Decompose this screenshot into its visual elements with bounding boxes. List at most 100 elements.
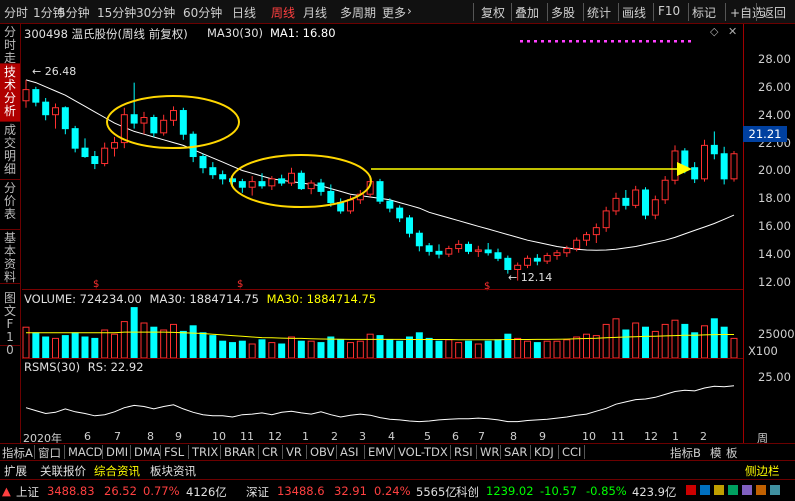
info-tab-1[interactable]: 关联报价 — [40, 463, 86, 479]
price-tick: 12.00 — [758, 275, 791, 290]
month-tick: 10 — [212, 430, 226, 443]
indicator-tab-10[interactable]: OBV — [310, 445, 334, 459]
indicator-tab-14[interactable]: RSI — [454, 445, 473, 459]
volume-ma30-b: MA30: 1884714.75 — [266, 292, 377, 306]
indicator-tab-7[interactable]: BRAR — [224, 445, 255, 459]
sidebar-toggle[interactable]: 侧边栏 — [745, 463, 780, 479]
left-tab-1[interactable]: 技术分析 — [0, 64, 20, 122]
news-icon[interactable] — [714, 485, 724, 495]
candle-body — [573, 239, 581, 250]
sz-name[interactable]: 深证 — [246, 484, 269, 500]
toolbar-button-8[interactable]: 返回 — [762, 4, 786, 21]
candle-body — [258, 181, 266, 187]
left-tab-0[interactable]: 分时走势 — [0, 24, 20, 78]
indicator-tab-12[interactable]: EMV — [368, 445, 393, 459]
period-tab-3[interactable]: 15分钟 — [97, 4, 136, 21]
period-tab-2[interactable]: 5分钟 — [58, 4, 90, 21]
tab-separator — [130, 445, 131, 459]
volume-bar — [179, 330, 187, 359]
volume-ma30: MA30: 1884714.75 — [149, 292, 259, 306]
toolbar-button-4[interactable]: 画线 — [622, 4, 646, 21]
toolbar-button-6[interactable]: 标记 — [692, 4, 716, 21]
alert-icon[interactable] — [686, 485, 696, 495]
period-tab-10[interactable]: 更多 — [382, 4, 406, 21]
sh-name[interactable]: 上证 — [16, 484, 39, 500]
left-tab-2[interactable]: 成交明细 — [0, 122, 20, 180]
window-icon[interactable] — [770, 485, 780, 495]
toolbar-button-3[interactable]: 统计 — [587, 4, 611, 21]
tab-separator — [64, 445, 65, 459]
volume-unit: X100 — [748, 344, 778, 358]
toolbar-separator — [688, 3, 689, 21]
volume-bar — [671, 319, 679, 359]
indicator-tab-b[interactable]: 指标B — [670, 445, 701, 461]
candle-body — [199, 156, 207, 169]
status-icons — [686, 485, 786, 497]
volume-bar — [307, 340, 315, 359]
indicator-tab-0[interactable]: 指标A — [2, 445, 33, 461]
small-tab-f10[interactable]: 图文F10 — [0, 290, 20, 357]
info-tab-3[interactable]: 板块资讯 — [150, 463, 196, 479]
volume-bar — [583, 333, 590, 359]
period-tab-8[interactable]: 月线 — [303, 4, 327, 21]
more-arrow-icon[interactable]: › — [407, 4, 412, 18]
volume-bar — [691, 332, 699, 359]
toolbar-button-2[interactable]: 多股 — [551, 4, 575, 21]
board-tab[interactable]: 板 — [726, 445, 738, 461]
period-tab-0[interactable]: 分时 — [4, 4, 28, 21]
toolbar-button-1[interactable]: 叠加 — [515, 4, 539, 21]
indicator-tab-16[interactable]: SAR — [504, 445, 527, 459]
candle-body — [317, 182, 325, 192]
indicator-tab-17[interactable]: KDJ — [534, 445, 554, 459]
volume-bar — [189, 325, 197, 359]
volume-bar — [42, 336, 50, 359]
candle-body — [651, 199, 659, 216]
indicator-tab-11[interactable]: ASI — [340, 445, 359, 459]
indicator-tab-5[interactable]: FSL — [164, 445, 184, 459]
indicator-tab-6[interactable]: TRIX — [192, 445, 218, 459]
candle-body — [71, 128, 79, 149]
chart-area[interactable]: ← 26.48 ← 12.14 $ $ $ VOLUME: 724234.00 MA30… — [22, 40, 743, 430]
chart-icon[interactable] — [700, 485, 710, 495]
settings-icon[interactable] — [756, 485, 766, 495]
tab-separator — [450, 445, 451, 459]
indicator-tab-2[interactable]: MACD — [68, 445, 102, 459]
info-tab-2[interactable]: 综合资讯 — [94, 463, 140, 479]
template-tab[interactable]: 模 — [710, 445, 722, 461]
toolbar-button-0[interactable]: 复权 — [481, 4, 505, 21]
indicator-tab-4[interactable]: DMA — [134, 445, 161, 459]
period-tab-9[interactable]: 多周期 — [340, 4, 376, 21]
candle-body — [474, 249, 482, 252]
period-tab-7[interactable]: 周线 — [271, 4, 295, 21]
indicator-tab-13[interactable]: VOL-TDX — [398, 445, 448, 459]
indicator-tab-15[interactable]: WR — [480, 445, 499, 459]
toolbar-button-5[interactable]: F10 — [658, 4, 680, 18]
sz-change: 32.91 — [334, 484, 367, 498]
indicator-tab-18[interactable]: CCI — [562, 445, 581, 459]
message-icon[interactable] — [728, 485, 738, 495]
indicator-tab-9[interactable]: VR — [286, 445, 302, 459]
period-tab-4[interactable]: 30分钟 — [136, 4, 175, 21]
period-tab-6[interactable]: 日线 — [232, 4, 256, 21]
left-tab-4[interactable]: 基本资料 — [0, 230, 20, 284]
indicator-tab-1[interactable]: 窗口 — [38, 445, 61, 461]
candle-body — [396, 207, 404, 219]
info-tab-0[interactable]: 扩展 — [4, 463, 27, 479]
volume-bar — [494, 339, 502, 359]
calendar-icon[interactable] — [742, 485, 752, 495]
indicator-tab-8[interactable]: CR — [262, 445, 278, 459]
candle-body — [730, 153, 738, 180]
tab-separator — [34, 445, 35, 459]
month-tick: 3 — [359, 430, 366, 443]
tab-separator — [500, 445, 501, 459]
close-icon[interactable]: ✕ — [728, 25, 737, 38]
price-tick: 16.00 — [758, 219, 791, 234]
kc-name[interactable]: 科创 — [456, 484, 479, 500]
indicator-tab-3[interactable]: DMI — [106, 445, 128, 459]
toolbar-button-7[interactable]: +自选 — [730, 4, 764, 21]
expand-diamond-icon[interactable]: ◇ — [710, 25, 718, 38]
price-tick: 28.00 — [758, 51, 791, 66]
period-tab-5[interactable]: 60分钟 — [183, 4, 222, 21]
left-tab-3[interactable]: 分价表 — [0, 180, 20, 230]
volume-bar — [258, 339, 266, 359]
